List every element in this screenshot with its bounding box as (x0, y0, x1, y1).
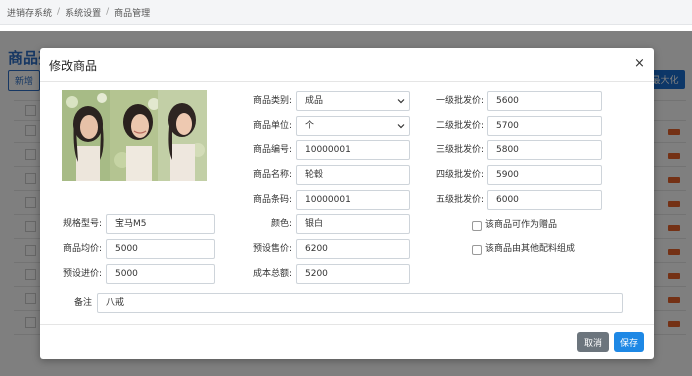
modal-title: 修改商品 (49, 59, 98, 73)
save-button[interactable]: 保存 (614, 332, 644, 352)
breadcrumb-item-settings[interactable]: 系统设置 (65, 6, 101, 19)
photo-panel (158, 90, 207, 181)
color-input[interactable]: 银白 (296, 214, 410, 234)
name-label: 商品名称: (252, 170, 292, 180)
modal-footer-divider (40, 324, 654, 325)
name-input[interactable]: 轮毂 (296, 165, 410, 185)
code-input[interactable]: 10000001 (296, 140, 410, 160)
wholesale5-input[interactable]: 6000 (487, 190, 602, 210)
wholesale4-input[interactable]: 5900 (487, 165, 602, 185)
avg-price-input[interactable]: 5000 (106, 239, 215, 259)
photo-panel (62, 90, 112, 181)
wholesale4-label: 四级批发价: (435, 170, 484, 180)
breadcrumb: 进销存系统 / 系统设置 / 商品管理 (0, 0, 692, 25)
cancel-button[interactable]: 取消 (577, 332, 609, 352)
category-value: 成品 (305, 96, 324, 106)
preset-sale-label: 预设售价: (252, 244, 292, 254)
color-label: 颜色: (270, 219, 292, 229)
remark-label: 备注 (73, 298, 92, 308)
breadcrumb-separator: / (106, 7, 110, 17)
total-cost-label: 成本总额: (252, 269, 292, 279)
wholesale3-input[interactable]: 5800 (487, 140, 602, 160)
edit-product-modal: 修改商品 × 商品类别: 成品 商品单位: 个 商品编号: 10000001 商… (40, 48, 654, 359)
wholesale1-input[interactable]: 5600 (487, 91, 602, 111)
remark-input[interactable]: 八戒 (97, 293, 623, 313)
modal-header: 修改商品 × (40, 48, 654, 82)
chevron-down-icon (397, 124, 405, 129)
unit-label: 商品单位: (252, 121, 292, 131)
wholesale3-label: 三级批发价: (435, 145, 484, 155)
wholesale1-label: 一级批发价: (435, 96, 484, 106)
unit-value: 个 (305, 121, 315, 131)
breadcrumb-item-goods: 商品管理 (114, 8, 151, 19)
category-select[interactable]: 成品 (296, 91, 410, 111)
composed-checkbox-label[interactable]: 该商品由其他配料组成 (485, 243, 575, 255)
wholesale5-label: 五级批发价: (435, 195, 484, 205)
category-label: 商品类别: (252, 96, 292, 106)
wholesale2-label: 二级批发价: (435, 121, 484, 131)
spec-label: 规格型号: (62, 219, 102, 229)
barcode-label: 商品条码: (252, 195, 292, 205)
composed-checkbox[interactable] (472, 245, 482, 255)
barcode-input[interactable]: 10000001 (296, 190, 410, 210)
chevron-down-icon (397, 99, 405, 104)
preset-purchase-label: 预设进价: (62, 269, 102, 279)
total-cost-input[interactable]: 5200 (296, 264, 410, 284)
photo-panel (110, 90, 160, 181)
gift-checkbox[interactable] (472, 221, 482, 231)
wholesale2-input[interactable]: 5700 (487, 116, 602, 136)
spec-input[interactable]: 宝马M5 (106, 214, 215, 234)
code-label: 商品编号: (252, 145, 292, 155)
avg-price-label: 商品均价: (62, 244, 102, 254)
product-image[interactable] (62, 90, 207, 181)
unit-select[interactable]: 个 (296, 116, 410, 136)
breadcrumb-separator: / (57, 7, 61, 17)
gift-checkbox-label[interactable]: 该商品可作为赠品 (485, 219, 557, 231)
close-icon[interactable]: × (634, 57, 645, 70)
breadcrumb-item-system[interactable]: 进销存系统 (7, 6, 52, 19)
preset-purchase-input[interactable]: 5000 (106, 264, 215, 284)
preset-sale-input[interactable]: 6200 (296, 239, 410, 259)
